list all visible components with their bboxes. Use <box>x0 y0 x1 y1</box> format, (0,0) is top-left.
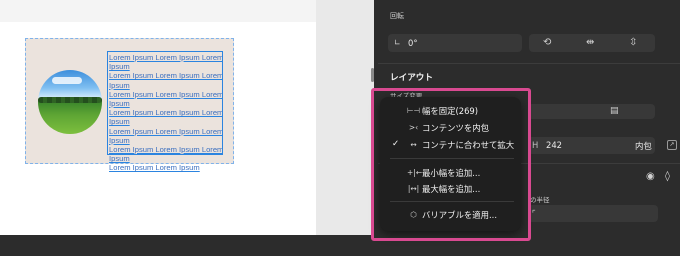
height-field[interactable]: H 242 内包 <box>528 137 655 154</box>
canvas-scrollbar[interactable] <box>371 68 374 82</box>
rotation-value: 0° <box>408 38 418 48</box>
height-mode: 内包 <box>635 141 652 151</box>
canvas-margin <box>316 0 374 235</box>
text-line: Lorem Ipsum Lorem Ipsum Lorem <box>109 89 222 99</box>
corner-radius-icon: ⌜ <box>532 209 536 218</box>
text-line: Ipsum <box>109 117 130 127</box>
visibility-eye-icon[interactable]: ◉ <box>646 172 655 182</box>
canvas-footer <box>0 235 372 256</box>
text-line: Ipsum <box>109 62 130 72</box>
selected-frame[interactable]: Lorem Ipsum Lorem Ipsum Lorem Ipsum Lore… <box>25 38 234 172</box>
section-divider <box>378 63 680 64</box>
text-line: Lorem Ipsum Lorem Ipsum Lorem <box>109 145 222 155</box>
height-prefix: H <box>532 140 539 150</box>
layout-heading: レイアウト <box>390 73 433 83</box>
text-line: Lorem Ipsum Lorem Ipsum Lorem <box>109 71 222 81</box>
height-value: 242 <box>546 140 562 150</box>
landscape-image[interactable] <box>38 70 102 134</box>
flip-horizontal-icon[interactable]: ⇹ <box>586 38 594 48</box>
text-line: Ipsum <box>109 80 130 90</box>
rotation-field[interactable]: ∟ 0° <box>388 34 522 52</box>
cloud-shape <box>52 77 82 84</box>
text-line: Ipsum <box>109 135 130 145</box>
text-line: Ipsum <box>109 154 130 164</box>
annotation-highlight-box <box>371 88 531 241</box>
resize-mode-segment[interactable]: ▤ <box>528 104 655 119</box>
rotation-label: 回転 <box>390 12 404 20</box>
design-canvas[interactable]: Lorem Ipsum Lorem Ipsum Lorem Ipsum Lore… <box>0 0 374 235</box>
text-line: Ipsum <box>109 99 130 109</box>
fill-drop-icon[interactable]: ◊ <box>665 172 670 182</box>
constrain-proportions-icon[interactable]: ↗ <box>667 140 677 150</box>
text-box-icon[interactable]: ▤ <box>610 106 619 116</box>
flip-vertical-icon[interactable]: ⇳ <box>629 38 637 48</box>
text-line: Lorem Ipsum Lorem Ipsum Lorem <box>109 126 222 136</box>
text-line: Lorem Ipsum Lorem Ipsum Lorem <box>109 108 222 118</box>
radius-label: の半径 <box>530 196 550 204</box>
tree-line <box>38 97 102 103</box>
text-layer[interactable]: Lorem Ipsum Lorem Ipsum Lorem Ipsum Lore… <box>107 51 223 172</box>
transform-button-group: ⟲ ⇹ ⇳ <box>529 34 655 52</box>
radius-field[interactable]: ⌜ <box>528 205 658 222</box>
text-line: Lorem Ipsum Lorem Ipsum <box>109 163 200 173</box>
text-line: Lorem Ipsum Lorem Ipsum Lorem <box>109 53 222 62</box>
rotate-90-icon[interactable]: ⟲ <box>543 38 551 48</box>
angle-icon: ∟ <box>394 38 401 47</box>
